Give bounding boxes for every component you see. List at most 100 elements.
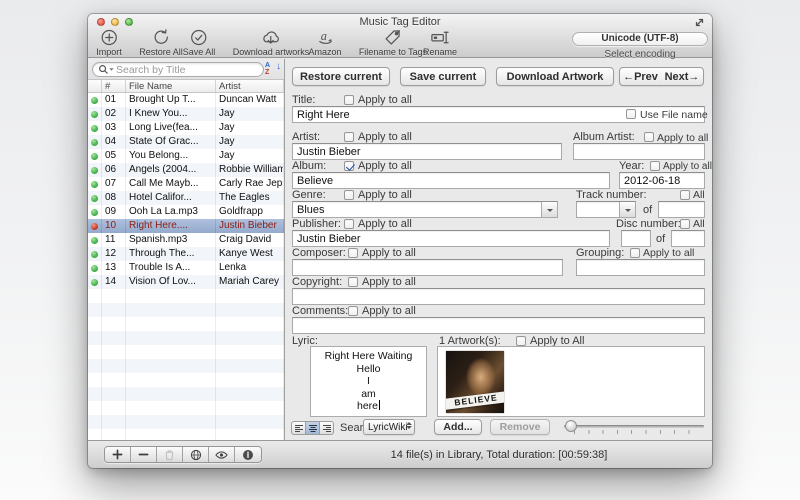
album-artist-field[interactable]	[573, 143, 705, 160]
toolbar-item-restore-all[interactable]: Restore All	[139, 28, 183, 57]
slider-thumb[interactable]	[565, 420, 577, 432]
genre-apply-label: Apply to all	[358, 189, 412, 201]
table-row[interactable]: 07 Call Me Mayb... Carly Rae Jepsen	[88, 177, 284, 191]
search-field[interactable]	[92, 62, 264, 77]
add-artwork-button[interactable]: Add...	[434, 419, 482, 435]
genre-combo[interactable]: Blues	[292, 201, 558, 218]
title-apply-checkbox[interactable]	[344, 95, 354, 105]
toolbar-item-import[interactable]: Import	[96, 28, 122, 57]
column-artist[interactable]: Artist	[216, 80, 284, 92]
genre-dropdown-arrow-icon[interactable]	[541, 202, 557, 217]
table-row[interactable]: 10 Right Here.... Justin Bieber	[88, 219, 284, 233]
row-artist	[216, 387, 284, 401]
trash-button[interactable]	[157, 447, 183, 462]
copyright-field[interactable]	[292, 288, 705, 305]
table-row[interactable]	[88, 429, 284, 440]
table-row[interactable]: 11 Spanish.mp3 Craig David	[88, 233, 284, 247]
table-row[interactable]: 02 I Knew You... Jay	[88, 107, 284, 121]
column-file-name[interactable]: File Name	[126, 80, 216, 92]
align-right-button[interactable]	[319, 421, 334, 435]
genre-apply-checkbox[interactable]	[344, 190, 354, 200]
disc-number-field[interactable]	[621, 230, 651, 247]
slider-track[interactable]	[564, 425, 704, 428]
disc-all-checkbox[interactable]	[680, 219, 690, 229]
table-row[interactable]	[88, 359, 284, 373]
composer-apply-checkbox[interactable]	[348, 248, 358, 258]
table-row[interactable]	[88, 345, 284, 359]
align-center-button[interactable]	[305, 421, 320, 435]
table-row[interactable]: 03 Long Live(fea... Jay	[88, 121, 284, 135]
track-total-field[interactable]	[658, 201, 705, 218]
sort-button[interactable]: A Z ↓	[265, 62, 281, 77]
table-row[interactable]	[88, 289, 284, 303]
composer-field[interactable]	[292, 259, 563, 276]
encoding-dropdown[interactable]: Unicode (UTF-8)	[572, 32, 708, 46]
info-button[interactable]	[235, 447, 261, 462]
table-row[interactable]	[88, 415, 284, 429]
table-row[interactable]: 01 Brought Up T... Duncan Watt	[88, 93, 284, 107]
row-artist	[216, 359, 284, 373]
next-button[interactable]: Next→	[661, 67, 704, 86]
table-row[interactable]	[88, 373, 284, 387]
toolbar-item-save-all[interactable]: Save All	[183, 28, 216, 57]
table-row[interactable]: 05 You Belong... Jay	[88, 149, 284, 163]
comments-apply-checkbox[interactable]	[348, 306, 358, 316]
artwork-zoom-slider[interactable]	[564, 419, 704, 435]
web-search-button[interactable]	[183, 447, 209, 462]
grouping-apply-checkbox[interactable]	[630, 248, 640, 258]
track-number-combo[interactable]	[576, 201, 636, 218]
remove-artwork-button[interactable]: Remove	[490, 419, 550, 435]
save-current-button[interactable]: Save current	[400, 67, 486, 86]
table-row[interactable]: 12 Through The... Kanye West	[88, 247, 284, 261]
table-row[interactable]: 08 Hotel Califor... The Eagles	[88, 191, 284, 205]
lyric-textarea[interactable]: Right Here WaitingHelloIamhere	[310, 346, 427, 417]
table-row[interactable]	[88, 401, 284, 415]
artwork-well[interactable]: BELIEVE	[437, 346, 705, 417]
add-files-button[interactable]	[105, 447, 131, 462]
artwork-apply-checkbox[interactable]	[516, 336, 526, 346]
table-row[interactable]: 04 State Of Grac... Jay	[88, 135, 284, 149]
publisher-apply-checkbox[interactable]	[344, 219, 354, 229]
artist-field[interactable]: Justin Bieber	[292, 143, 562, 160]
use-file-name-checkbox[interactable]	[626, 109, 636, 119]
table-row[interactable]: 13 Trouble Is A... Lenka	[88, 261, 284, 275]
track-dropdown-arrow-icon[interactable]	[619, 202, 635, 217]
disc-total-field[interactable]	[671, 230, 705, 247]
toolbar-item-filename-to-tags[interactable]: Filename to Tags	[359, 28, 427, 57]
toolbar-item-download-artworks[interactable]: Download artworks	[233, 28, 310, 57]
remove-files-button[interactable]	[131, 447, 157, 462]
comments-field[interactable]	[292, 317, 705, 334]
row-num: 13	[102, 261, 126, 275]
table-header: # File Name Artist	[88, 80, 284, 93]
year-apply-checkbox[interactable]	[650, 161, 660, 171]
toolbar-item-amazon[interactable]: a Amazon	[308, 28, 341, 57]
album-field[interactable]: Believe	[292, 172, 610, 189]
table-row[interactable]: 06 Angels (2004... Robbie Williams	[88, 163, 284, 177]
grouping-field[interactable]	[576, 259, 705, 276]
table-row[interactable]	[88, 387, 284, 401]
preview-button[interactable]	[209, 447, 235, 462]
year-field[interactable]: 2012-06-18	[619, 172, 705, 189]
publisher-field[interactable]: Justin Bieber	[292, 230, 610, 247]
column-status[interactable]	[88, 80, 102, 92]
column-number[interactable]: #	[102, 80, 126, 92]
lyric-source-popup[interactable]: LyricWiki	[363, 419, 415, 435]
album-cover-thumbnail[interactable]: BELIEVE	[446, 351, 504, 413]
album-apply-checkbox[interactable]	[344, 161, 354, 171]
table-row[interactable]	[88, 331, 284, 345]
copyright-apply-checkbox[interactable]	[348, 277, 358, 287]
restore-current-button[interactable]: Restore current	[292, 67, 390, 86]
artist-apply-checkbox[interactable]	[344, 132, 354, 142]
align-left-button[interactable]	[291, 421, 306, 435]
album-artist-apply-checkbox[interactable]	[644, 132, 654, 142]
table-row[interactable]	[88, 303, 284, 317]
table-row[interactable]: 09 Ooh La La.mp3 Goldfrapp	[88, 205, 284, 219]
fullscreen-icon[interactable]	[694, 17, 705, 28]
toolbar-item-rename[interactable]: Rename	[423, 28, 457, 57]
search-input[interactable]	[116, 64, 246, 76]
table-row[interactable]	[88, 317, 284, 331]
prev-button[interactable]: ←Prev	[619, 67, 662, 86]
table-row[interactable]: 14 Vision Of Lov... Mariah Carey	[88, 275, 284, 289]
track-all-checkbox[interactable]	[680, 190, 690, 200]
download-artwork-button[interactable]: Download Artwork	[496, 67, 614, 86]
